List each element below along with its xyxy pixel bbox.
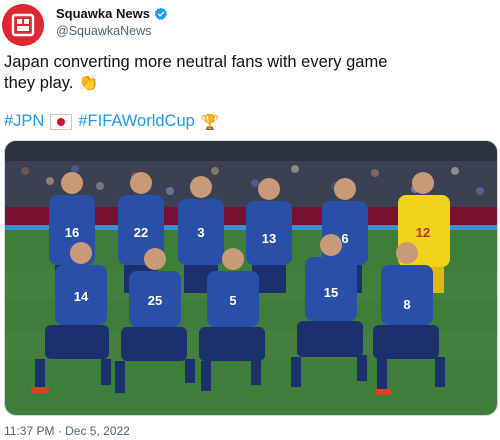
tweet-card: Squawka News @SquawkaNews Japan converti… (0, 0, 500, 440)
author-avatar[interactable] (2, 4, 44, 46)
tweet-text-line-2: they play. 👏 (4, 74, 99, 92)
svg-text:16: 16 (65, 225, 79, 240)
svg-text:5: 5 (229, 293, 236, 308)
svg-text:3: 3 (197, 225, 204, 240)
tweet-photo[interactable]: 16 22 3 13 6 12 14 25 5 15 8 (4, 140, 498, 416)
svg-text:14: 14 (74, 289, 89, 304)
svg-text:13: 13 (262, 231, 276, 246)
author-handle[interactable]: @SquawkaNews (56, 24, 168, 38)
tweet-text-line-1: Japan converting more neutral fans with … (4, 53, 388, 71)
svg-text:25: 25 (148, 293, 162, 308)
tweet-text: Japan converting more neutral fans with … (4, 52, 494, 94)
svg-text:12: 12 (416, 225, 430, 240)
svg-text:15: 15 (324, 285, 338, 300)
hashtag-fifaworldcup-link[interactable]: #FIFAWorldCup (78, 112, 194, 131)
hashtag-jpn-link[interactable]: #JPN (4, 112, 44, 131)
svg-text:6: 6 (341, 231, 348, 246)
team-photo-illustration: 16 22 3 13 6 12 14 25 5 15 8 (5, 141, 497, 415)
svg-text:22: 22 (134, 225, 148, 240)
verified-badge-icon (154, 7, 168, 21)
author-info: Squawka News @SquawkaNews (56, 6, 168, 38)
tweet-timestamp[interactable]: 11:37 PM · Dec 5, 2022 (4, 424, 130, 438)
trophy-icon: 🏆 (200, 113, 220, 131)
svg-text:8: 8 (403, 297, 410, 312)
author-display-name[interactable]: Squawka News (56, 6, 150, 21)
japan-flag-icon (50, 113, 73, 130)
hashtag-row: #JPN #FIFAWorldCup 🏆 (4, 112, 220, 131)
